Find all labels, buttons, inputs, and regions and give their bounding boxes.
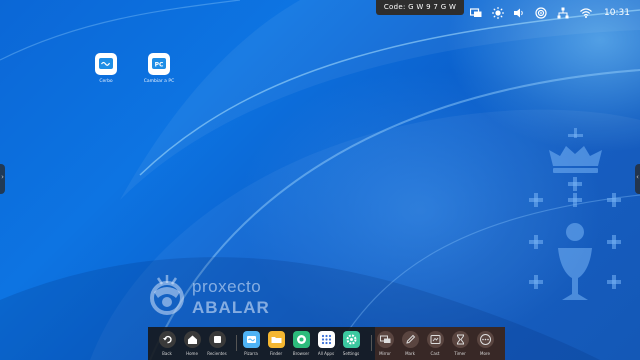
dock-label: Settings <box>342 351 360 356</box>
logo-text-proxecto: proxecto <box>192 277 262 296</box>
volume-icon[interactable] <box>513 7 525 19</box>
dock-label: More <box>480 351 490 356</box>
dock-bar: Back Home Recientes Pizarra Finder Brows… <box>148 327 505 360</box>
desktop-app-label: Cambiar a PC <box>143 79 175 84</box>
desktop-app-label: Cerbo <box>99 79 113 84</box>
pc-icon: PC <box>148 53 170 75</box>
chevron-left-icon: ‹ <box>636 173 639 181</box>
screen-mirror-icon[interactable] <box>470 7 482 19</box>
recent-apps-icon <box>208 331 226 348</box>
mirror-icon <box>376 331 394 348</box>
clock: 10:31 <box>604 8 630 18</box>
desktop-app-cerbo[interactable]: Cerbo <box>86 53 126 84</box>
code-label: Code: <box>383 3 406 11</box>
desktop-app-cambiar-a-pc[interactable]: PC Cambiar a PC <box>139 53 179 84</box>
dock-settings-button[interactable]: Settings <box>336 331 366 356</box>
right-edge-handle[interactable]: ‹ <box>635 164 640 194</box>
code-value: G W 9 7 G W <box>408 3 457 11</box>
browser-icon <box>292 331 310 348</box>
whiteboard-icon <box>95 53 117 75</box>
more-icon <box>476 331 494 348</box>
hotspot-icon[interactable] <box>535 7 547 19</box>
all-apps-icon <box>317 331 335 348</box>
cast-icon <box>426 331 444 348</box>
back-icon <box>158 331 176 348</box>
settings-icon <box>342 331 360 348</box>
left-edge-handle[interactable]: › <box>0 164 5 194</box>
network-icon[interactable] <box>557 7 569 19</box>
hourglass-icon <box>451 331 469 348</box>
connection-code-pill: Code: G W 9 7 G W <box>376 0 464 15</box>
dock-label: Recientes <box>207 351 227 356</box>
pen-icon <box>401 331 419 348</box>
folder-icon <box>267 331 285 348</box>
whiteboard-icon <box>242 331 260 348</box>
dock-more-button[interactable]: More <box>470 331 500 356</box>
svg-text:PC: PC <box>155 62 164 69</box>
brightness-icon[interactable] <box>492 7 504 19</box>
abalar-emblem-icon <box>150 275 184 315</box>
abalar-logo: proxecto ABALAR <box>146 272 276 318</box>
wifi-icon[interactable] <box>580 7 592 19</box>
dock-recents-button[interactable]: Recientes <box>202 331 232 356</box>
chevron-right-icon: › <box>1 173 4 181</box>
logo-text-abalar: ABALAR <box>192 298 270 317</box>
home-icon <box>183 331 201 348</box>
